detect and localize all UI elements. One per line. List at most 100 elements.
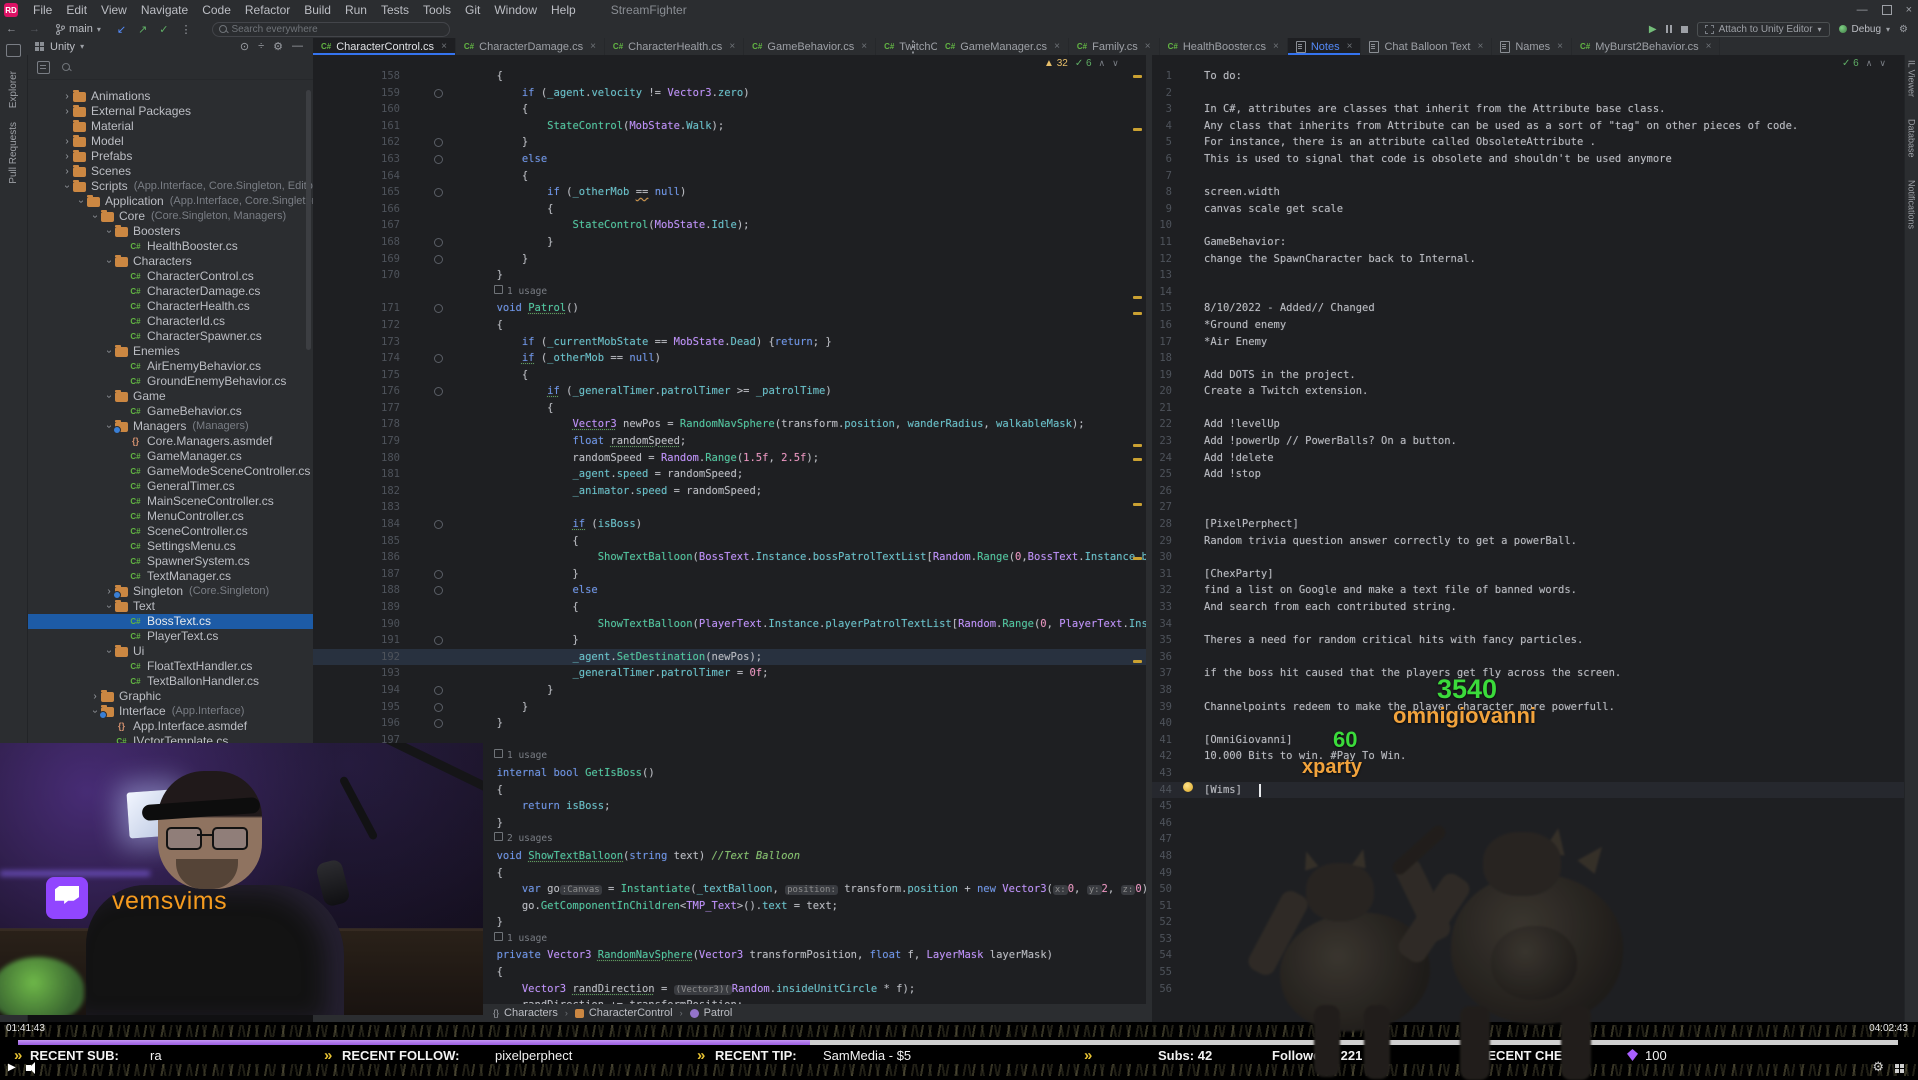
tree-item-enemies[interactable]: ›Enemies: [27, 344, 313, 359]
tree-item-settingsmenu-cs[interactable]: ›C#SettingsMenu.cs: [27, 539, 313, 554]
menu-tests[interactable]: Tests: [374, 3, 416, 17]
search-input[interactable]: Search everywhere: [212, 22, 450, 37]
tree-item-core[interactable]: ›Core(Core.Singleton, Managers): [27, 209, 313, 224]
tree-item-mainscenecontroller-cs[interactable]: ›C#MainSceneController.cs: [27, 494, 313, 509]
pause-icon[interactable]: [1666, 25, 1672, 33]
git-branch-widget[interactable]: main ▾: [56, 23, 101, 35]
tree-item-managers[interactable]: ›Managers(Managers): [27, 419, 313, 434]
menu-build[interactable]: Build: [297, 3, 338, 17]
tool-window-icon[interactable]: [6, 44, 21, 57]
menu-help[interactable]: Help: [544, 3, 583, 17]
collapse-all-icon[interactable]: ÷: [258, 40, 264, 53]
commit-check-icon[interactable]: ✓: [159, 23, 168, 36]
tool-tab-explorer[interactable]: Explorer: [8, 71, 19, 108]
tree-item-charactercontrol-cs[interactable]: ›C#CharacterControl.cs: [27, 269, 313, 284]
tool-tab-il-viewer[interactable]: IL Viewer: [1907, 60, 1917, 97]
tab-close-icon[interactable]: ×: [1145, 41, 1151, 52]
tab-myburst2behavior-cs[interactable]: C#MyBurst2Behavior.cs×: [1572, 38, 1720, 55]
tree-item-groundenemybehavior-cs[interactable]: ›C#GroundEnemyBehavior.cs: [27, 374, 313, 389]
tool-tab-database[interactable]: Database: [1907, 119, 1917, 158]
tab-gamemanager-cs[interactable]: C#GameManager.cs×: [937, 38, 1069, 55]
tree-item-external-packages[interactable]: ›External Packages: [27, 104, 313, 119]
forward-icon[interactable]: →: [29, 23, 40, 35]
scratches-icon[interactable]: [37, 61, 50, 74]
update-project-icon[interactable]: ↙: [117, 23, 126, 36]
menu-refactor[interactable]: Refactor: [238, 3, 297, 17]
menu-file[interactable]: File: [26, 3, 59, 17]
tree-search-icon[interactable]: [62, 63, 70, 71]
tab-close-icon[interactable]: ×: [1347, 41, 1353, 52]
debug-config-button[interactable]: Debug ▾: [1839, 24, 1890, 35]
locate-icon[interactable]: ⊙: [240, 40, 249, 53]
panel-settings-icon[interactable]: ⚙: [273, 40, 283, 53]
breadcrumb-item-charactercontrol[interactable]: CharacterControl: [575, 1007, 673, 1019]
tab-charactercontrol-cs[interactable]: C#CharacterControl.cs×: [313, 38, 456, 55]
tree-item-animations[interactable]: ›Animations: [27, 89, 313, 104]
menu-view[interactable]: View: [94, 3, 134, 17]
hidden-tabs-icon[interactable]: ⋮: [905, 38, 921, 55]
project-scrollbar[interactable]: [306, 90, 311, 350]
back-icon[interactable]: ←: [6, 23, 17, 35]
tree-item-boosters[interactable]: ›Boosters: [27, 224, 313, 239]
tree-item-gamemodescenecontroller-cs[interactable]: ›C#GameModeSceneController.cs: [27, 464, 313, 479]
menu-tools[interactable]: Tools: [416, 3, 458, 17]
tree-item-interface[interactable]: ›Interface(App.Interface): [27, 704, 313, 719]
tab-close-icon[interactable]: ×: [1054, 41, 1060, 52]
tab-close-icon[interactable]: ×: [1477, 41, 1483, 52]
tree-item-characters[interactable]: ›Characters: [27, 254, 313, 269]
tree-item-game[interactable]: ›Game: [27, 389, 313, 404]
menu-navigate[interactable]: Navigate: [134, 3, 195, 17]
tab-characterdamage-cs[interactable]: C#CharacterDamage.cs×: [456, 38, 605, 55]
inspection-widget[interactable]: ▲ 32 ✓ 6 ∧∨: [1040, 57, 1123, 70]
minimize-icon[interactable]: —: [1857, 4, 1868, 16]
tree-item-gamebehavior-cs[interactable]: ›C#GameBehavior.cs: [27, 404, 313, 419]
breadcrumb-item-patrol[interactable]: Patrol: [690, 1007, 733, 1019]
more-actions-icon[interactable]: ⋮: [181, 23, 192, 36]
push-icon[interactable]: ↗: [138, 23, 147, 36]
tree-item-app-interface-asmdef[interactable]: ›{}App.Interface.asmdef: [27, 719, 313, 734]
tree-item-material[interactable]: ›Material: [27, 119, 313, 134]
tree-item-singleton[interactable]: ›Singleton(Core.Singleton): [27, 584, 313, 599]
notes-inspection-widget[interactable]: ✓ 6 ∧∨: [1838, 57, 1890, 70]
menu-window[interactable]: Window: [487, 3, 544, 17]
close-icon[interactable]: ×: [1906, 4, 1912, 16]
tree-item-textballonhandler-cs[interactable]: ›C#TextBallonHandler.cs: [27, 674, 313, 689]
tab-close-icon[interactable]: ×: [1273, 41, 1279, 52]
tab-gamebehavior-cs[interactable]: C#GameBehavior.cs×: [744, 38, 876, 55]
tree-item-text[interactable]: ›Text: [27, 599, 313, 614]
breadcrumb-item-characters[interactable]: {}Characters: [493, 1007, 558, 1019]
tab-close-icon[interactable]: ×: [441, 41, 447, 52]
tab-close-icon[interactable]: ×: [590, 41, 596, 52]
menu-code[interactable]: Code: [195, 3, 238, 17]
tab-close-icon[interactable]: ×: [861, 41, 867, 52]
overlay-grid-icon[interactable]: [1895, 1064, 1904, 1073]
tree-item-scenes[interactable]: ›Scenes: [27, 164, 313, 179]
speaker-icon[interactable]: [26, 1065, 31, 1071]
tab-close-icon[interactable]: ×: [1557, 41, 1563, 52]
menu-run[interactable]: Run: [338, 3, 374, 17]
tree-item-core-managers-asmdef[interactable]: ›{}Core.Managers.asmdef: [27, 434, 313, 449]
attach-to-unity-button[interactable]: Attach to Unity Editor ▾: [1697, 22, 1830, 37]
tree-item-spawnersystem-cs[interactable]: ›C#SpawnerSystem.cs: [27, 554, 313, 569]
menu-git[interactable]: Git: [458, 3, 487, 17]
tree-item-application[interactable]: ›Application(App.Interface, Core.Singlet…: [27, 194, 313, 209]
tree-item-ui[interactable]: ›Ui: [27, 644, 313, 659]
tab-close-icon[interactable]: ×: [1706, 41, 1712, 52]
tree-item-characterhealth-cs[interactable]: ›C#CharacterHealth.cs: [27, 299, 313, 314]
run-icon[interactable]: ▶: [1649, 24, 1657, 35]
play-icon[interactable]: ▶: [8, 1062, 16, 1073]
tree-item-gamemanager-cs[interactable]: ›C#GameManager.cs: [27, 449, 313, 464]
tree-item-bosstext-cs[interactable]: ›C#BossText.cs: [27, 614, 313, 629]
tab-characterhealth-cs[interactable]: C#CharacterHealth.cs×: [605, 38, 744, 55]
tab-healthbooster-cs[interactable]: C#HealthBooster.cs×: [1160, 38, 1288, 55]
tool-tab-pull-requests[interactable]: Pull Requests: [8, 122, 19, 184]
project-panel-header[interactable]: Unity ▾ ⊙ ÷ ⚙ —: [27, 38, 313, 55]
tree-item-model[interactable]: ›Model: [27, 134, 313, 149]
tree-item-characterid-cs[interactable]: ›C#CharacterId.cs: [27, 314, 313, 329]
tree-item-scenecontroller-cs[interactable]: ›C#SceneController.cs: [27, 524, 313, 539]
tab-chat-balloon-text[interactable]: Chat Balloon Text×: [1361, 38, 1492, 55]
tree-item-characterspawner-cs[interactable]: ›C#CharacterSpawner.cs: [27, 329, 313, 344]
tree-item-menucontroller-cs[interactable]: ›C#MenuController.cs: [27, 509, 313, 524]
tool-tab-notifications[interactable]: Notifications: [1907, 180, 1917, 229]
tab-names[interactable]: Names×: [1492, 38, 1572, 55]
